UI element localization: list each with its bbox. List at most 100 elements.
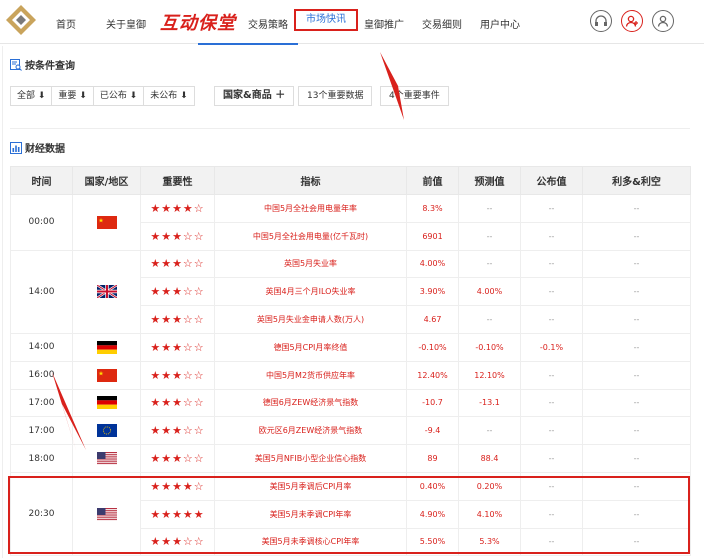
indicator-cell[interactable]: 中国5月全社会用电量年率 — [214, 194, 407, 223]
table-header-row: 时间 国家/地区 重要性 指标 前值 预测值 公布值 利多&利空 — [10, 166, 691, 195]
impact-cell: -- — [582, 194, 691, 223]
filter-section-title: 按条件查询 — [10, 57, 75, 72]
nav-active-underline — [198, 43, 298, 45]
actual-cell: -- — [520, 277, 583, 307]
impact-cell: -- — [582, 277, 691, 307]
country-flag-icon — [72, 249, 141, 334]
nav-home[interactable]: 首页 — [56, 16, 76, 31]
user-icon[interactable] — [652, 10, 674, 32]
country-flag-icon — [72, 444, 141, 473]
actual-cell: -- — [520, 249, 583, 279]
forecast-cell: 5.3% — [458, 527, 521, 557]
filter-published-button[interactable]: 已公布 ⬇ — [94, 87, 145, 105]
bar-chart-icon — [10, 141, 22, 154]
country-flag-icon — [72, 360, 141, 390]
important-events-button[interactable]: 4个重要事件 — [380, 86, 449, 106]
table-row[interactable]: 14:00 ★★★☆☆ 德国5月CPI月率终值 -0.10% -0.10% -0.1% -- — [10, 332, 691, 362]
forecast-cell: -- — [458, 249, 521, 279]
nav-strategy[interactable]: 交易策略 — [248, 16, 288, 31]
nav-about[interactable]: 关于皇御 — [106, 16, 146, 31]
filter-all-button[interactable]: 全部 ⬇ — [11, 87, 53, 105]
country-flag-icon — [72, 471, 141, 557]
prev-value-cell: 4.00% — [406, 249, 459, 279]
prev-value-cell: 5.50% — [406, 527, 459, 557]
headset-icon[interactable] — [590, 10, 612, 32]
indicator-cell[interactable]: 中国5月M2货币供应年率 — [214, 360, 407, 390]
nav-user-center[interactable]: 用户中心 — [480, 16, 520, 31]
column-header: 重要性 — [140, 166, 215, 195]
country-flag-icon — [72, 194, 141, 251]
data-title-text: 财经数据 — [25, 144, 65, 155]
indicator-cell[interactable]: 英国5月失业率 — [214, 249, 407, 279]
nav-trading-rules[interactable]: 交易细则 — [422, 16, 462, 31]
impact-cell: -- — [582, 527, 691, 557]
filter-important-button[interactable]: 重要 ⬇ — [52, 87, 94, 105]
importance-filter-group: 全部 ⬇ 重要 ⬇ 已公布 ⬇ 未公布 ⬇ — [10, 86, 195, 106]
column-header: 指标 — [214, 166, 407, 195]
prev-value-cell: 0.40% — [406, 471, 459, 501]
forecast-cell: -- — [458, 194, 521, 223]
table-row[interactable]: 16:00 ★★★☆☆ 中国5月M2货币供应年率 12.40% 12.10% -- -- — [10, 360, 691, 390]
importance-stars: ★★★☆☆ — [140, 388, 215, 418]
importance-stars: ★★★☆☆ — [140, 221, 215, 251]
country-flag-icon — [72, 416, 141, 446]
impact-cell: -- — [582, 471, 691, 501]
indicator-cell[interactable]: 英国5月失业金申请人数(万人) — [214, 305, 407, 334]
column-header: 公布值 — [520, 166, 583, 195]
column-header: 预测值 — [458, 166, 521, 195]
top-nav-bar: 首页 关于皇御 互动保堂 交易策略 市场快讯 皇御推广 交易细则 用户中心 — [0, 0, 704, 45]
data-section-title: 财经数据 — [10, 140, 65, 155]
actual-cell: -- — [520, 305, 583, 334]
indicator-cell[interactable]: 美国5月季调后CPI月率 — [214, 471, 407, 501]
nav-brand-interactive[interactable]: 互动保堂 — [160, 9, 236, 35]
prev-value-cell: 12.40% — [406, 360, 459, 390]
actual-cell: -- — [520, 471, 583, 501]
importance-stars: ★★★☆☆ — [140, 444, 215, 473]
forecast-cell: 0.20% — [458, 471, 521, 501]
indicator-cell[interactable]: 美国5月NFIB小型企业信心指数 — [214, 444, 407, 473]
time-cell: 00:00 — [10, 194, 73, 251]
impact-cell: -- — [582, 360, 691, 390]
prev-value-cell: -9.4 — [406, 416, 459, 446]
indicator-cell[interactable]: 中国5月全社会用电量(亿千瓦时) — [214, 221, 407, 251]
indicator-cell[interactable]: 英国4月三个月ILO失业率 — [214, 277, 407, 307]
country-flag-icon — [72, 332, 141, 362]
table-row[interactable]: 17:00 ★★★☆☆ 欧元区6月ZEW经济景气指数 -9.4 -- -- -- — [10, 416, 691, 446]
indicator-cell[interactable]: 德国6月ZEW经济景气指数 — [214, 388, 407, 418]
table-row[interactable]: 17:00 ★★★☆☆ 德国6月ZEW经济景气指数 -10.7 -13.1 -- -- — [10, 388, 691, 418]
important-data-button[interactable]: 13个重要数据 — [298, 86, 373, 106]
impact-cell: -- — [582, 221, 691, 251]
country-commodity-button[interactable]: 国家&商品 ＋ — [214, 86, 295, 106]
impact-cell: -- — [582, 249, 691, 279]
filter-unpublished-button[interactable]: 未公布 ⬇ — [144, 87, 193, 105]
table-row[interactable]: 14:00 ★★★☆☆ 英国5月失业率 4.00% -- -- -- — [10, 249, 691, 334]
actual-cell: -- — [520, 527, 583, 557]
table-body: 00:00 ★★★★☆ 中国5月全社会用电量年率 8.3% -- -- -- ★★★☆☆ 中国5… — [10, 194, 691, 557]
search-list-icon — [10, 58, 22, 71]
indicator-cell[interactable]: 德国5月CPI月率终值 — [214, 332, 407, 362]
logo-icon[interactable] — [4, 3, 38, 37]
filter-title-text: 按条件查询 — [25, 61, 75, 72]
time-cell: 20:30 — [10, 471, 73, 557]
nav-promotion[interactable]: 皇御推广 — [364, 16, 404, 31]
importance-stars: ★★★☆☆ — [140, 305, 215, 334]
prev-value-cell: 4.67 — [406, 305, 459, 334]
table-row[interactable]: 00:00 ★★★★☆ 中国5月全社会用电量年率 8.3% -- -- -- — [10, 194, 691, 251]
indicator-cell[interactable]: 美国5月未季调核心CPI年率 — [214, 527, 407, 557]
forecast-cell: 4.10% — [458, 499, 521, 529]
prev-value-cell: 4.90% — [406, 499, 459, 529]
indicator-cell[interactable]: 欧元区6月ZEW经济景气指数 — [214, 416, 407, 446]
forecast-cell: -0.10% — [458, 332, 521, 362]
importance-stars: ★★★☆☆ — [140, 527, 215, 557]
impact-cell: -- — [582, 499, 691, 529]
nav-market-news[interactable]: 市场快讯 — [294, 9, 358, 31]
column-header: 时间 — [10, 166, 73, 195]
time-cell: 17:00 — [10, 388, 73, 418]
table-row[interactable]: 20:30 ★★★★☆ 美国5月季调后CPI月率 0.40% 0.20% -- -- — [10, 471, 691, 557]
add-user-icon[interactable] — [621, 10, 643, 32]
actual-cell: -- — [520, 221, 583, 251]
actual-cell: -0.1% — [520, 332, 583, 362]
time-cell: 16:00 — [10, 360, 73, 390]
table-row[interactable]: 18:00 ★★★☆☆ 美国5月NFIB小型企业信心指数 89 88.4 -- -- — [10, 444, 691, 473]
indicator-cell[interactable]: 美国5月未季调CPI年率 — [214, 499, 407, 529]
